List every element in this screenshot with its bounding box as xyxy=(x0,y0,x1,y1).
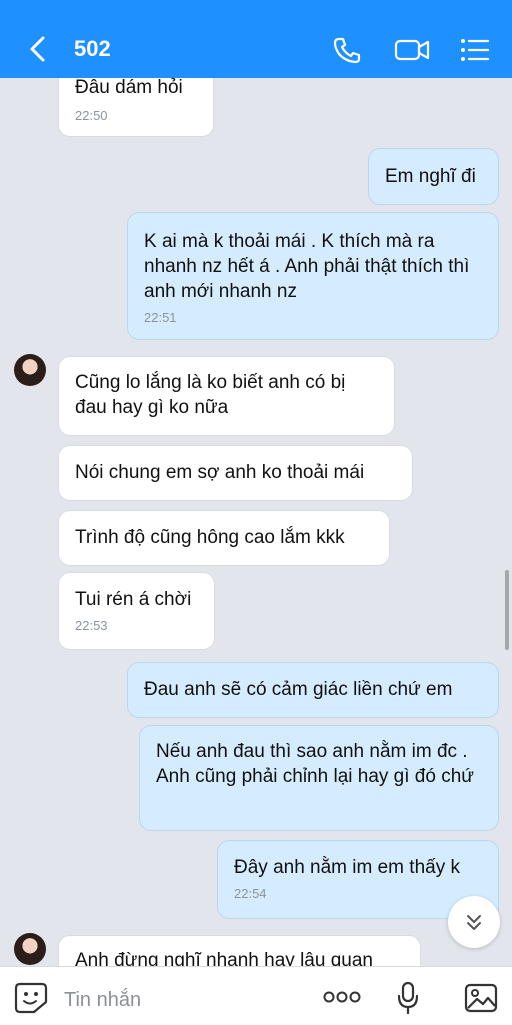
message-text: Nói chung em sợ anh ko thoải mái xyxy=(75,462,365,483)
message-outgoing[interactable]: Đau anh sẽ có cảm giác liền chứ em xyxy=(127,662,499,718)
message-input-bar: Tin nhắn xyxy=(0,966,512,1025)
message-text: Tui rén á chời xyxy=(75,589,192,610)
message-incoming[interactable]: Trình độ cũng hông cao lắm kkk xyxy=(58,510,390,566)
message-incoming[interactable]: Anh đừng nghĩ nhanh hay lâu quan xyxy=(58,935,421,966)
message-time: 22:50 xyxy=(75,108,108,123)
scrollbar[interactable] xyxy=(505,570,509,650)
avatar[interactable] xyxy=(14,933,46,965)
message-time: 22:53 xyxy=(75,618,108,633)
double-chevron-down-icon xyxy=(467,915,481,930)
message-incoming[interactable]: Đâu dám hỏi 22:50 xyxy=(58,78,214,137)
message-input[interactable]: Tin nhắn xyxy=(64,989,141,1012)
emoji-sticker-icon[interactable] xyxy=(14,982,48,1014)
message-text: Em nghĩ đi xyxy=(385,166,476,187)
message-text: Trình độ cũng hông cao lắm kkk xyxy=(75,527,345,548)
microphone-icon[interactable] xyxy=(396,981,420,1015)
message-list[interactable]: Đâu dám hỏi 22:50 Em nghĩ đi K ai mà k t… xyxy=(0,78,512,966)
phone-icon[interactable] xyxy=(332,36,362,64)
message-text: Đau anh sẽ có cảm giác liền chứ em xyxy=(144,679,453,700)
message-time: 22:54 xyxy=(234,886,267,901)
scroll-to-bottom-button[interactable] xyxy=(448,896,500,948)
message-time: 22:51 xyxy=(144,310,177,325)
message-incoming[interactable]: Nói chung em sợ anh ko thoải mái xyxy=(58,445,413,501)
list-menu-icon[interactable] xyxy=(460,36,490,64)
message-incoming[interactable]: Tui rén á chời 22:53 xyxy=(58,572,215,650)
message-text: Đây anh nằm im em thấy k xyxy=(234,857,460,878)
more-dots-icon[interactable] xyxy=(322,991,362,1003)
message-incoming[interactable]: Cũng lo lắng là ko biết anh có bị đau ha… xyxy=(58,356,395,436)
message-text: Đâu dám hỏi xyxy=(75,78,183,98)
avatar[interactable] xyxy=(14,354,46,386)
message-text: Nếu anh đau thì sao anh nằm im đc . Anh … xyxy=(156,741,474,787)
video-icon[interactable] xyxy=(394,36,430,64)
message-outgoing[interactable]: Em nghĩ đi xyxy=(368,148,499,205)
message-text: Anh đừng nghĩ nhanh hay lâu quan xyxy=(75,950,373,966)
image-icon[interactable] xyxy=(464,983,498,1013)
message-outgoing[interactable]: Nếu anh đau thì sao anh nằm im đc . Anh … xyxy=(139,725,499,831)
chat-header: 502 xyxy=(0,0,512,78)
conversation-title[interactable]: 502 xyxy=(74,36,111,62)
message-outgoing[interactable]: K ai mà k thoải mái . K thích mà ra nhan… xyxy=(127,212,499,340)
message-text: Cũng lo lắng là ko biết anh có bị đau ha… xyxy=(75,372,346,418)
message-text: K ai mà k thoải mái . K thích mà ra nhan… xyxy=(144,231,470,302)
chevron-left-icon[interactable] xyxy=(26,34,50,64)
